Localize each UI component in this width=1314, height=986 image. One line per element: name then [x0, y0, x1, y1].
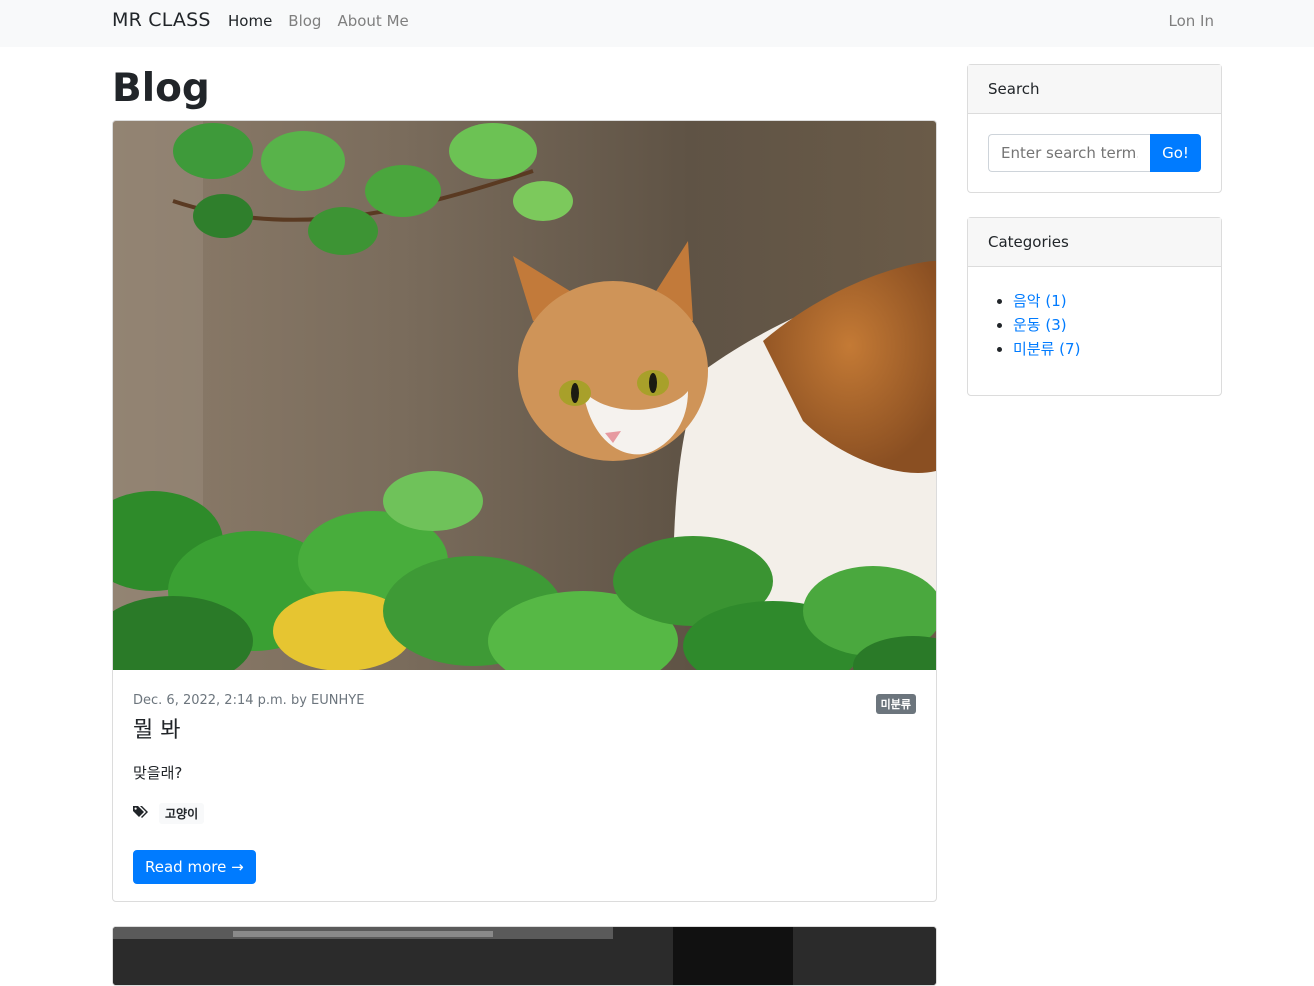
category-item: 음악 (1): [1013, 289, 1080, 313]
post-image-2[interactable]: [113, 927, 937, 986]
nav-blog-link[interactable]: Blog: [288, 12, 321, 30]
post-body: Dec. 6, 2022, 2:14 p.m. by EUNHYE 미분류 뭘 …: [133, 689, 916, 884]
nav-links: Home Blog About Me: [228, 12, 425, 30]
post-tags: 고양이: [133, 803, 916, 824]
tags-icon: [133, 804, 149, 823]
category-item: 운동 (3): [1013, 313, 1080, 337]
category-link-uncategorized[interactable]: 미분류 (7): [1013, 340, 1080, 358]
brand-link[interactable]: MR CLASS: [112, 9, 211, 31]
categories-widget: Categories 음악 (1) 운동 (3) 미분류 (7): [967, 217, 1222, 396]
nav-home-link[interactable]: Home: [228, 12, 272, 30]
category-link-music[interactable]: 음악 (1): [1013, 292, 1067, 310]
page-title: Blog: [112, 66, 210, 111]
search-widget-header: Search: [968, 65, 1221, 114]
search-input[interactable]: [988, 134, 1150, 172]
post-meta: Dec. 6, 2022, 2:14 p.m. by EUNHYE: [133, 693, 365, 708]
post-excerpt: 맞을래?: [133, 764, 183, 782]
login-link[interactable]: Lon In: [1169, 12, 1214, 30]
nav-about-link[interactable]: About Me: [337, 12, 408, 30]
categories-widget-header: Categories: [968, 218, 1221, 267]
search-row: Go!: [988, 134, 1201, 172]
read-more-button[interactable]: Read more →: [133, 850, 256, 884]
category-list: 음악 (1) 운동 (3) 미분류 (7): [1013, 289, 1080, 361]
post-title[interactable]: 뭘 봐: [133, 712, 916, 744]
category-badge[interactable]: 미분류: [875, 694, 916, 714]
post-image[interactable]: [113, 121, 936, 670]
search-go-button[interactable]: Go!: [1150, 134, 1201, 172]
tag-item[interactable]: 고양이: [159, 803, 205, 824]
navbar: MR CLASS Home Blog About Me Lon In: [0, 0, 1314, 47]
post-card-2: [112, 926, 937, 986]
category-item: 미분류 (7): [1013, 337, 1080, 361]
search-widget: Search Go!: [967, 64, 1222, 193]
category-link-exercise[interactable]: 운동 (3): [1013, 316, 1067, 334]
post-card: Dec. 6, 2022, 2:14 p.m. by EUNHYE 미분류 뭘 …: [112, 120, 937, 902]
